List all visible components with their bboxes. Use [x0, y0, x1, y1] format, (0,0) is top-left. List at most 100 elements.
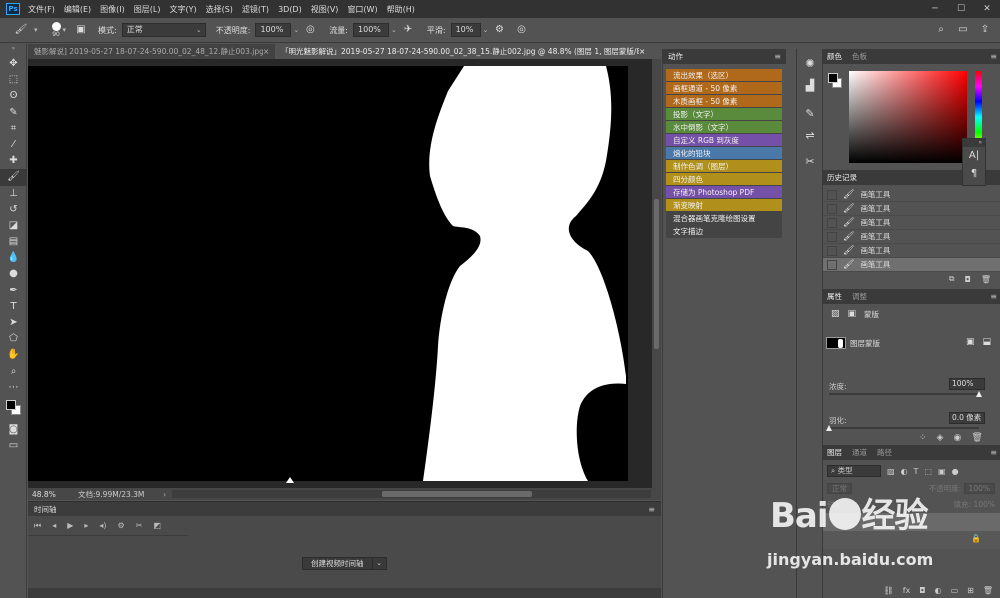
action-item[interactable]: 四分颜色 — [666, 173, 782, 186]
action-item[interactable]: 存储为 Photoshop PDF — [666, 186, 782, 199]
menu-type[interactable]: 文字(Y) — [169, 4, 196, 15]
menu-view[interactable]: 视图(V) — [311, 4, 339, 15]
filter-toggle-icon[interactable]: ● — [952, 467, 959, 476]
collapse-icon[interactable]: » — [963, 139, 985, 147]
new-document-from-state-icon[interactable]: ⧉ — [949, 274, 955, 284]
chevron-down-icon[interactable]: ⌄ — [293, 26, 299, 34]
color-picker-field[interactable] — [849, 71, 967, 163]
new-layer-icon[interactable]: ⊞ — [967, 586, 974, 595]
filter-shape-icon[interactable]: ⬚ — [924, 467, 932, 476]
gear-icon[interactable]: ⚙ — [492, 23, 506, 37]
history-item[interactable]: 🖌 画笔工具 — [823, 244, 1000, 258]
filter-adjustment-icon[interactable]: ◐ — [901, 467, 908, 476]
history-item[interactable]: 🖌 画笔工具 — [823, 230, 1000, 244]
canvas-area[interactable] — [28, 59, 652, 488]
panel-menu-icon[interactable]: ≡ — [990, 448, 997, 457]
quick-mask-icon[interactable]: ◙ — [0, 422, 27, 438]
horizontal-scrollbar[interactable] — [172, 490, 651, 498]
close-icon[interactable]: ✕ — [974, 0, 1000, 18]
transition-icon[interactable]: ◩ — [153, 521, 161, 530]
tab-color[interactable]: 颜色 — [827, 51, 842, 62]
history-item[interactable]: 🖌 画笔工具 — [823, 216, 1000, 230]
layer-fill-input[interactable]: 100% — [974, 500, 995, 509]
chevron-down-icon[interactable]: ▾ — [63, 26, 67, 34]
document-size[interactable]: 文档:9.99M/23.3M — [68, 489, 163, 500]
workspace-icon[interactable]: ▭ — [956, 23, 970, 37]
clone-stamp-tool-icon[interactable]: ⊥ — [0, 186, 27, 202]
screen-mode-icon[interactable]: ▭ — [0, 438, 27, 454]
create-video-timeline-button[interactable]: 创建视频时间轴 — [302, 557, 373, 570]
tab-close-icon[interactable]: × — [639, 44, 652, 59]
zoom-level[interactable]: 48.8% — [28, 490, 68, 499]
marquee-tool-icon[interactable]: ⬚ — [0, 72, 27, 88]
flow-input[interactable]: 100% — [353, 23, 390, 37]
healing-brush-tool-icon[interactable]: ✚ — [0, 153, 27, 169]
feather-track[interactable] — [829, 427, 979, 429]
foreground-color-swatch[interactable] — [828, 73, 838, 83]
tool-presets-icon[interactable]: ✂ — [797, 151, 823, 173]
maximize-icon[interactable]: ☐ — [948, 0, 974, 18]
prev-frame-icon[interactable]: ◂ — [52, 521, 56, 530]
paragraph-icon[interactable]: ¶ — [963, 165, 985, 183]
vertical-scrollbar[interactable] — [652, 59, 661, 488]
snapshot-checkbox[interactable] — [827, 259, 837, 270]
action-item[interactable]: 混合器画笔克隆绘图设置 — [666, 212, 782, 225]
action-item[interactable]: 画框通道 - 50 像素 — [666, 82, 782, 95]
add-mask-icon[interactable]: ◘ — [919, 586, 925, 595]
action-item[interactable]: 熔化的铅块 — [666, 147, 782, 160]
snapshot-checkbox[interactable] — [827, 245, 837, 256]
menu-window[interactable]: 窗口(W) — [347, 4, 377, 15]
tab-close-icon[interactable]: × — [263, 44, 275, 59]
chevron-down-icon[interactable]: ⌄ — [391, 26, 397, 34]
crop-tool-icon[interactable]: ⌗ — [0, 121, 27, 137]
airbrush-icon[interactable]: ✈ — [401, 23, 415, 37]
history-brush-tool-icon[interactable]: ↺ — [0, 202, 27, 218]
shape-tool-icon[interactable]: ⬠ — [0, 331, 27, 347]
gradient-tool-icon[interactable]: ▤ — [0, 234, 27, 250]
panel-menu-icon[interactable]: ≡ — [990, 52, 997, 61]
scroll-thumb[interactable] — [654, 199, 659, 349]
fx-icon[interactable]: fx — [903, 586, 911, 595]
mode-select[interactable]: 正常 ⌄ — [121, 23, 206, 37]
tab-properties[interactable]: 属性 — [827, 291, 842, 302]
add-vector-mask-icon[interactable]: ⬓ — [982, 337, 991, 347]
tab-document-2[interactable]: 「明光魅影解说」2019-05-27 18-07-24-590.00_02_38… — [275, 44, 639, 59]
document-canvas[interactable] — [28, 66, 628, 481]
feather-slider-knob[interactable] — [826, 425, 832, 431]
link-icon[interactable]: ⛓ — [884, 586, 894, 595]
type-tool-icon[interactable]: T — [0, 299, 27, 315]
path-select-tool-icon[interactable]: ➤ — [0, 315, 27, 331]
action-item[interactable]: 文字描边 — [666, 225, 782, 238]
tab-document-1[interactable]: 魅影解说] 2019-05-27 18-07-24-590.00_02_48_1… — [28, 44, 263, 59]
menu-layer[interactable]: 图层(L) — [134, 4, 161, 15]
folder-icon[interactable]: ▭ — [951, 586, 959, 595]
chevron-down-icon[interactable]: ⌄ — [372, 557, 387, 570]
play-icon[interactable]: ▶ — [67, 521, 73, 530]
libraries-icon[interactable]: ✺ — [797, 53, 823, 75]
action-item[interactable]: 渐变映射 — [666, 199, 782, 212]
search-icon[interactable]: ⌕ — [934, 23, 948, 37]
pressure-size-icon[interactable]: ◎ — [514, 23, 528, 37]
filter-type-icon[interactable]: T — [914, 467, 919, 476]
share-icon[interactable]: ⇪ — [978, 23, 992, 37]
menu-help[interactable]: 帮助(H) — [387, 4, 415, 15]
timeline-title[interactable]: 时间轴 — [34, 504, 57, 515]
select-pixel-mask-icon[interactable]: ▣ — [966, 337, 975, 347]
filter-pixel-icon[interactable]: ▨ — [887, 467, 895, 476]
menu-select[interactable]: 选择(S) — [206, 4, 233, 15]
chevron-down-icon[interactable]: ▾ — [34, 26, 38, 34]
quick-select-tool-icon[interactable]: ✎ — [0, 105, 27, 121]
menu-file[interactable]: 文件(F) — [28, 4, 55, 15]
settings-icon[interactable]: ⚙ — [118, 521, 125, 530]
foreground-color-swatch[interactable] — [6, 399, 16, 410]
trash-icon[interactable]: 🗑 — [971, 433, 982, 443]
eraser-tool-icon[interactable]: ◪ — [0, 218, 27, 234]
layer-opacity-input[interactable]: 100% — [963, 483, 995, 494]
hand-tool-icon[interactable]: ✋ — [0, 347, 27, 363]
menu-image[interactable]: 图像(I) — [100, 4, 125, 15]
audio-icon[interactable]: ◂) — [99, 521, 106, 530]
density-track[interactable] — [829, 393, 979, 395]
color-swatches[interactable] — [0, 396, 27, 422]
action-item[interactable]: 投影（文字） — [666, 108, 782, 121]
history-item[interactable]: 🖌 画笔工具 — [823, 188, 1000, 202]
